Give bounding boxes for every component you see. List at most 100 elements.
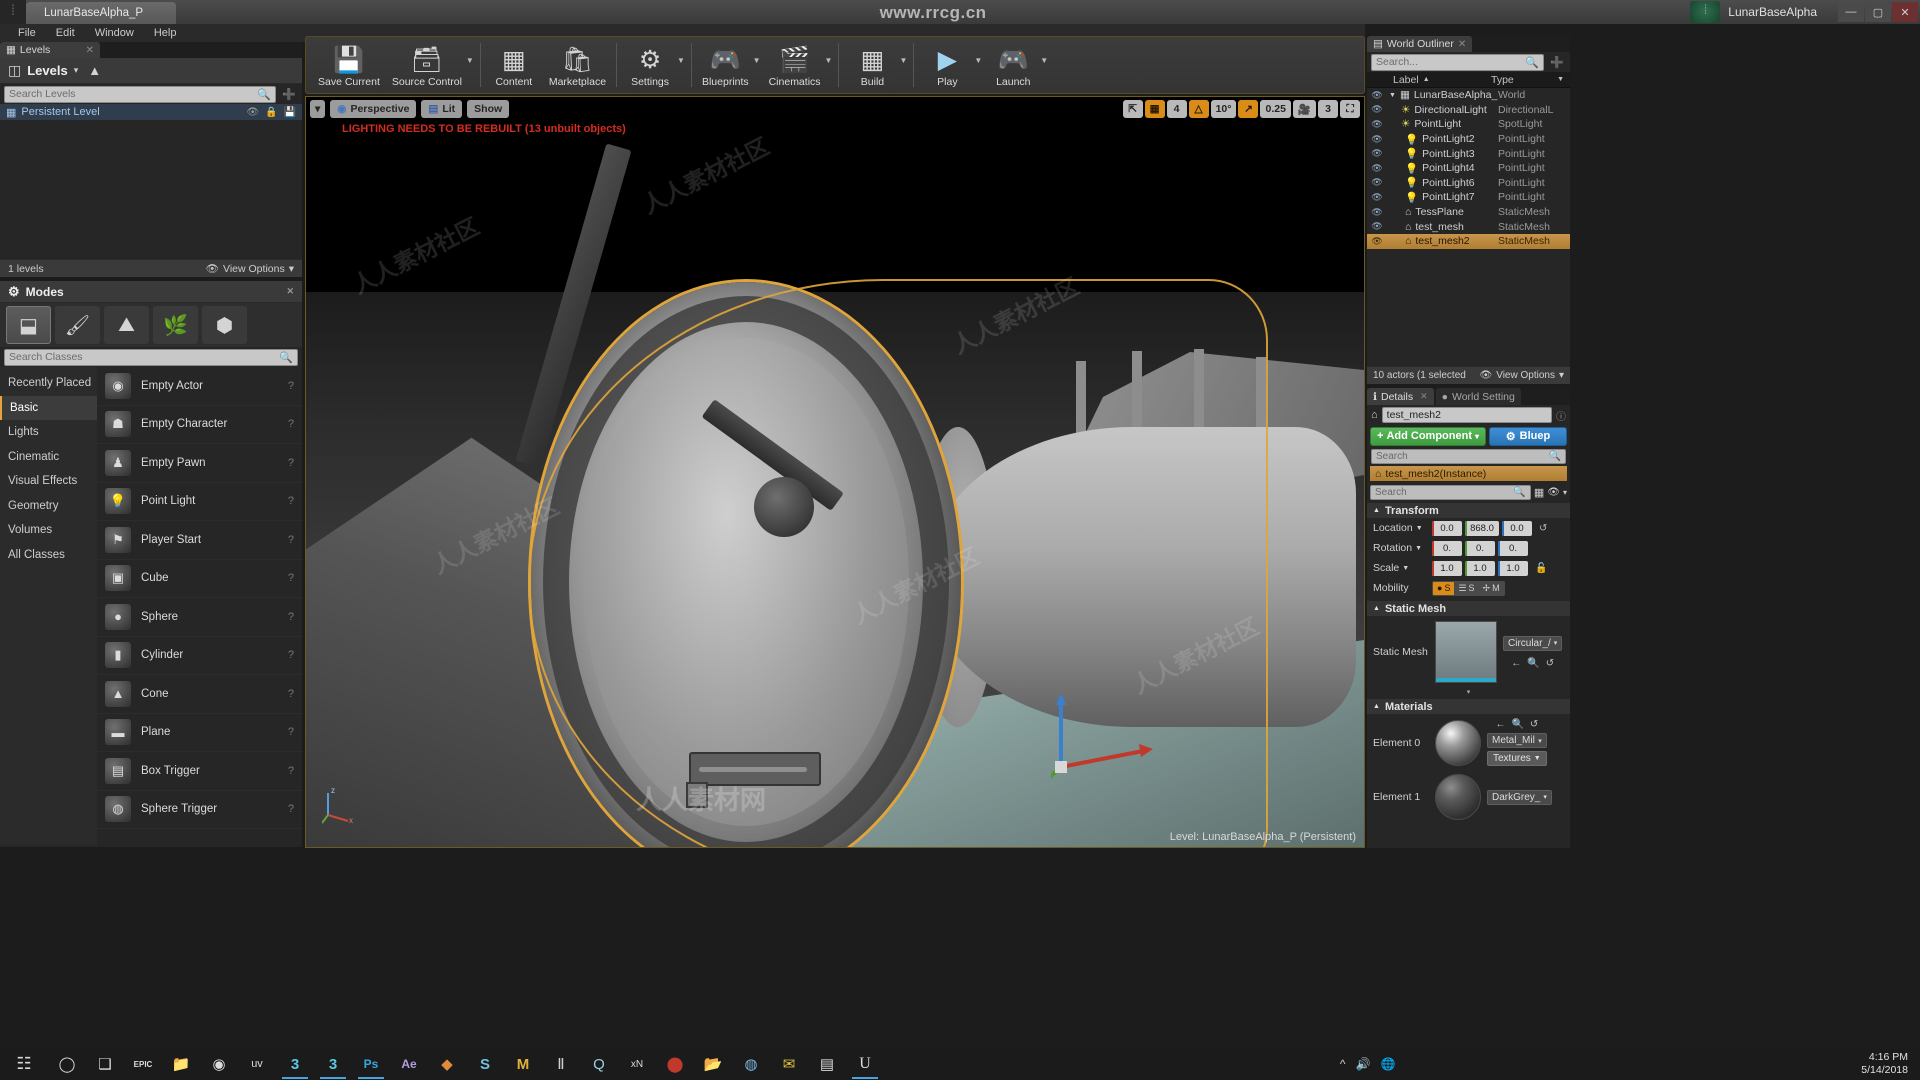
notepad-icon[interactable]: ▤ (808, 1048, 846, 1080)
mobility-movable-option[interactable]: ✢ M (1478, 581, 1504, 595)
help-icon[interactable]: ? (288, 765, 294, 777)
taskbar-clock[interactable]: 4:16 PM 5/14/2018 (1861, 1051, 1920, 1077)
element-0-material-picker[interactable]: Metal_Mil ▾ (1487, 733, 1547, 748)
menu-window[interactable]: Window (85, 24, 144, 42)
quixel-icon[interactable]: Q (580, 1048, 618, 1080)
rotation-snap-toggle[interactable]: △ (1188, 100, 1209, 118)
lock-icon[interactable]: 🔓 (1535, 563, 1547, 574)
table-row[interactable]: 👁 ⌂ test_mesh2 StaticMesh (1367, 233, 1570, 249)
menu-file[interactable]: File (8, 24, 46, 42)
visibility-icon[interactable]: 👁 (1367, 236, 1387, 247)
chevron-down-icon[interactable]: ▾ (1563, 488, 1567, 497)
close-icon[interactable]: ✕ (1458, 39, 1466, 50)
close-button[interactable]: ✕ (1892, 2, 1918, 22)
transform-gizmo[interactable] (1051, 689, 1171, 799)
marketplace-button[interactable]: 🛍 Marketplace (543, 38, 612, 92)
list-item[interactable]: ▬ Plane ? (97, 714, 302, 752)
levels-extra-icon[interactable]: ▲ (88, 63, 101, 78)
blueprints-button[interactable]: 🎮 Blueprints (696, 38, 755, 92)
build-button[interactable]: ▦ Build (843, 38, 901, 92)
list-item[interactable]: ◍ Sphere Trigger ? (97, 791, 302, 829)
tray-expand-icon[interactable]: ^ (1340, 1057, 1346, 1071)
blueprint-button[interactable]: ⚙ Bluep (1489, 426, 1567, 446)
help-icon[interactable]: ? (288, 611, 294, 623)
tab-levels[interactable]: ▦ Levels ✕ (0, 42, 100, 58)
tab-details[interactable]: ℹ Details ✕ (1367, 388, 1434, 405)
scale-z-input[interactable]: 1.0 (1498, 560, 1528, 576)
substance-designer-icon[interactable]: S (466, 1048, 504, 1080)
table-row[interactable]: 👁 💡 PointLight7 PointLight (1367, 190, 1570, 205)
scale-y-input[interactable]: 1.0 (1465, 560, 1495, 576)
tab-world-settings[interactable]: ● World Setting (1435, 388, 1521, 405)
list-item[interactable]: ● Sphere ? (97, 598, 302, 637)
static-mesh-expand-caret[interactable]: ▾ (1367, 688, 1570, 696)
close-icon[interactable]: ✕ (1420, 391, 1428, 402)
list-item[interactable]: ◉ Empty Actor ? (97, 367, 302, 406)
explorer2-icon[interactable]: 📂 (694, 1048, 732, 1080)
view-mode-button[interactable]: ▤ Lit (421, 100, 463, 118)
surface-snap-toggle[interactable]: ⇱ (1122, 100, 1143, 118)
maximize-viewport-toggle[interactable]: ⛶ (1340, 100, 1360, 118)
place-mode-button[interactable]: ⬓ (6, 306, 51, 344)
list-item[interactable]: ♟ Empty Pawn ? (97, 444, 302, 483)
location-label[interactable]: Location ▼ (1373, 522, 1429, 534)
help-icon[interactable]: ? (288, 495, 294, 507)
reset-arrow-icon[interactable]: ↺ (1539, 523, 1547, 534)
task-view-icon[interactable]: ❑ (86, 1048, 124, 1080)
location-y-input[interactable]: 868.0 (1465, 520, 1499, 536)
category-volumes[interactable]: Volumes (0, 518, 97, 543)
cinematics-button[interactable]: 🎬 Cinematics (763, 38, 827, 92)
play-button[interactable]: ▶ Play (918, 38, 976, 92)
settings-button[interactable]: ⚙ Settings (621, 38, 679, 92)
chevron-down-icon[interactable]: ▾ (74, 65, 79, 76)
category-cinematic[interactable]: Cinematic (0, 445, 97, 470)
visibility-icon[interactable]: 👁 (1367, 177, 1387, 188)
cortana-search-icon[interactable]: ◯ (48, 1048, 86, 1080)
visibility-icon[interactable]: 👁 (1367, 207, 1387, 218)
mobility-static-option[interactable]: ● S (1433, 581, 1455, 595)
category-geometry[interactable]: Geometry (0, 494, 97, 519)
category-recently-placed[interactable]: Recently Placed (0, 371, 97, 396)
network-icon[interactable]: 🌐 (1380, 1057, 1395, 1071)
category-basic[interactable]: Basic (0, 395, 97, 420)
3dsmax2-icon[interactable]: 3 (314, 1048, 352, 1080)
category-all-classes[interactable]: All Classes (0, 543, 97, 568)
list-item[interactable]: ▲ Cone ? (97, 675, 302, 714)
eye-icon[interactable]: 👁 (1547, 487, 1560, 498)
rotation-y-input[interactable]: 0. (1465, 540, 1495, 556)
file-explorer-icon[interactable]: 📁 (162, 1048, 200, 1080)
column-type[interactable]: Type ▼ (1491, 74, 1570, 86)
marmoset-icon[interactable]: M (504, 1048, 542, 1080)
uv-tool-icon[interactable]: uv (238, 1048, 276, 1080)
visibility-icon[interactable]: 👁 (1367, 104, 1387, 115)
visibility-icon[interactable]: 👁 (1367, 90, 1387, 101)
reset-arrow-icon[interactable]: ↺ (1530, 719, 1538, 730)
project-tab[interactable]: LunarBaseAlpha_P (26, 2, 176, 24)
static-mesh-section-header[interactable]: ▲ Static Mesh (1367, 601, 1570, 616)
element-0-textures-button[interactable]: Textures ▼ (1487, 751, 1547, 766)
location-z-input[interactable]: 0.0 (1502, 520, 1532, 536)
back-arrow-icon[interactable]: ← (1511, 658, 1521, 669)
scale-x-input[interactable]: 1.0 (1432, 560, 1462, 576)
visibility-icon[interactable]: 👁 (1367, 148, 1387, 159)
3dsmax-icon[interactable]: 3 (276, 1048, 314, 1080)
help-icon[interactable]: ? (288, 688, 294, 700)
help-icon[interactable]: ? (288, 726, 294, 738)
show-flags-button[interactable]: Show (467, 100, 510, 118)
rotation-z-input[interactable]: 0. (1498, 540, 1528, 556)
menu-help[interactable]: Help (144, 24, 187, 42)
levels-view-options[interactable]: 👁 View Options ▾ (206, 262, 294, 276)
list-item[interactable]: ▤ Box Trigger ? (97, 752, 302, 791)
table-row[interactable]: 👁 ⌂ test_mesh StaticMesh (1367, 219, 1570, 234)
rotation-snap-value[interactable]: 10° (1210, 100, 1237, 118)
help-icon[interactable]: ? (288, 649, 294, 661)
help-icon[interactable]: ? (288, 418, 294, 430)
list-item[interactable]: ▮ Cylinder ? (97, 637, 302, 675)
search-levels-input[interactable]: Search Levels 🔍 (4, 85, 276, 103)
source-control-button[interactable]: 🗃 Source Control (386, 38, 468, 92)
location-x-input[interactable]: 0.0 (1432, 520, 1462, 536)
rotation-x-input[interactable]: 0. (1432, 540, 1462, 556)
actor-name-field[interactable]: test_mesh2 (1381, 407, 1552, 423)
volume-icon[interactable]: 🔊 (1356, 1057, 1371, 1071)
content-browser-button[interactable]: ▦ Content (485, 38, 543, 92)
